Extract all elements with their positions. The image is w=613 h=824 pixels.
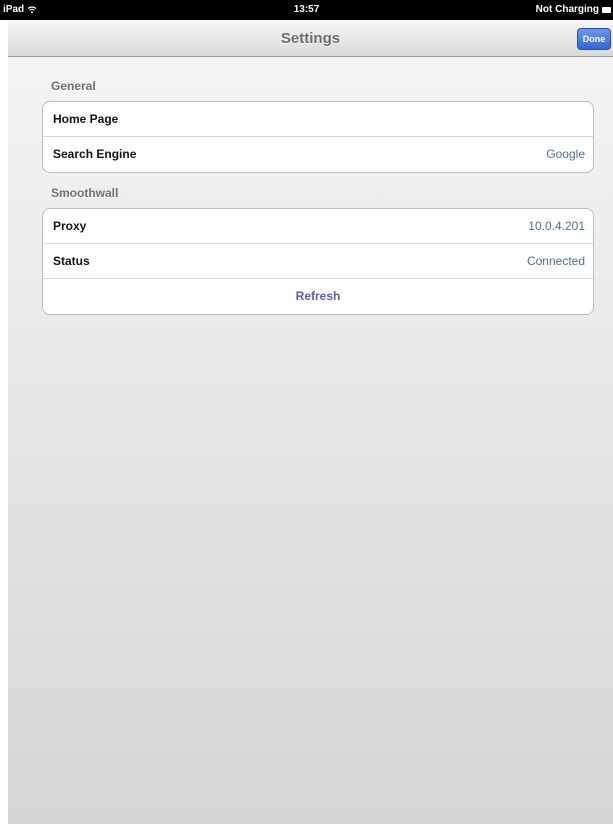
proxy-label: Proxy xyxy=(53,219,87,233)
refresh-cell[interactable]: Refresh xyxy=(43,279,593,314)
home-page-cell[interactable]: Home Page xyxy=(43,102,593,137)
smoothwall-group: Proxy 10.0.4.201 Status Connected Refres… xyxy=(42,208,594,315)
settings-screen: iPad 13:57 Not Charging Settings Done Ge… xyxy=(0,0,613,824)
proxy-cell[interactable]: Proxy 10.0.4.201 xyxy=(43,209,593,244)
charging-status: Not Charging xyxy=(535,4,599,15)
status-label: Status xyxy=(53,254,90,268)
status-right: Not Charging xyxy=(536,4,611,15)
navigation-bar: Settings Done xyxy=(8,20,613,57)
home-page-label: Home Page xyxy=(53,112,119,126)
page-title: Settings xyxy=(280,30,341,47)
section-header-smoothwall: Smoothwall xyxy=(51,186,119,200)
status-time: 13:57 xyxy=(293,4,320,15)
status-bar: iPad 13:57 Not Charging xyxy=(0,0,613,20)
refresh-button[interactable]: Refresh xyxy=(43,289,593,303)
section-header-general: General xyxy=(51,79,96,93)
status-cell[interactable]: Status Connected xyxy=(43,244,593,279)
search-engine-value: Google xyxy=(546,147,585,161)
proxy-value: 10.0.4.201 xyxy=(528,219,585,233)
search-engine-label: Search Engine xyxy=(53,147,137,161)
settings-content: General Home Page Search Engine Google S… xyxy=(8,57,613,824)
general-group: Home Page Search Engine Google xyxy=(42,101,594,173)
search-engine-cell[interactable]: Search Engine Google xyxy=(43,137,593,172)
status-value: Connected xyxy=(526,254,585,268)
battery-icon xyxy=(602,6,611,13)
done-button[interactable]: Done xyxy=(577,28,611,50)
